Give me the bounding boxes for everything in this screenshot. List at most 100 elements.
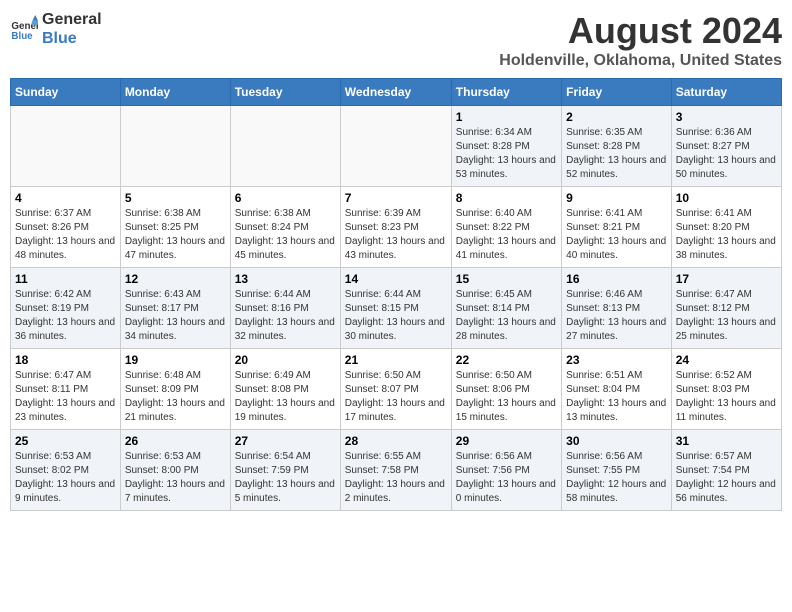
day-info: Sunrise: 6:39 AMSunset: 8:23 PMDaylight:…	[345, 207, 447, 263]
week-row-4: 18 Sunrise: 6:47 AMSunset: 8:11 PMDayligh…	[11, 349, 782, 430]
day-info: Sunrise: 6:47 AMSunset: 8:11 PMDaylight:…	[15, 369, 116, 425]
day-number: 14	[345, 272, 447, 286]
week-row-1: 1 Sunrise: 6:34 AMSunset: 8:28 PMDaylight…	[11, 106, 782, 187]
calendar-cell: 22 Sunrise: 6:50 AMSunset: 8:06 PMDayligh…	[451, 349, 561, 430]
day-number: 10	[676, 191, 777, 205]
day-info: Sunrise: 6:53 AMSunset: 8:02 PMDaylight:…	[15, 450, 116, 506]
calendar-cell: 30 Sunrise: 6:56 AMSunset: 7:55 PMDayligh…	[562, 430, 672, 511]
calendar-cell: 8Sunrise: 6:40 AMSunset: 8:22 PMDaylight…	[451, 187, 561, 268]
day-number: 3	[676, 110, 777, 124]
day-number: 25	[15, 434, 116, 448]
calendar-cell: 29Sunrise: 6:56 AMSunset: 7:56 PMDayligh…	[451, 430, 561, 511]
day-info: Sunrise: 6:56 AMSunset: 7:55 PMDaylight:…	[566, 450, 667, 506]
day-info: Sunrise: 6:38 AMSunset: 8:25 PMDaylight:…	[125, 207, 226, 263]
day-number: 29	[456, 434, 557, 448]
calendar-cell: 6Sunrise: 6:38 AMSunset: 8:24 PMDaylight…	[230, 187, 340, 268]
day-number: 24	[676, 353, 777, 367]
day-info: Sunrise: 6:46 AMSunset: 8:13 PMDaylight:…	[566, 288, 667, 344]
day-number: 4	[15, 191, 116, 205]
day-number: 27	[235, 434, 336, 448]
calendar-cell: 5 Sunrise: 6:38 AMSunset: 8:25 PMDaylight…	[120, 187, 230, 268]
logo-icon: General Blue	[10, 15, 38, 43]
calendar-cell: 18 Sunrise: 6:47 AMSunset: 8:11 PMDayligh…	[11, 349, 121, 430]
day-number: 13	[235, 272, 336, 286]
week-row-5: 25 Sunrise: 6:53 AMSunset: 8:02 PMDayligh…	[11, 430, 782, 511]
subtitle: Holdenville, Oklahoma, United States	[499, 52, 782, 70]
day-number: 18	[15, 353, 116, 367]
day-info: Sunrise: 6:36 AMSunset: 8:27 PMDaylight:…	[676, 126, 777, 182]
day-number: 31	[676, 434, 777, 448]
calendar-cell: 2Sunrise: 6:35 AMSunset: 8:28 PMDaylight…	[562, 106, 672, 187]
header-monday: Monday	[120, 79, 230, 106]
day-number: 12	[125, 272, 226, 286]
day-info: Sunrise: 6:51 AMSunset: 8:04 PMDaylight:…	[566, 369, 667, 425]
day-info: Sunrise: 6:34 AMSunset: 8:28 PMDaylight:…	[456, 126, 557, 182]
day-number: 7	[345, 191, 447, 205]
calendar-cell: 23 Sunrise: 6:51 AMSunset: 8:04 PMDayligh…	[562, 349, 672, 430]
calendar-cell: 14 Sunrise: 6:44 AMSunset: 8:15 PMDayligh…	[340, 268, 451, 349]
day-number: 5	[125, 191, 226, 205]
calendar-cell: 26Sunrise: 6:53 AMSunset: 8:00 PMDayligh…	[120, 430, 230, 511]
day-info: Sunrise: 6:54 AMSunset: 7:59 PMDaylight:…	[235, 450, 336, 506]
day-number: 9	[566, 191, 667, 205]
calendar-cell: 15 Sunrise: 6:45 AMSunset: 8:14 PMDayligh…	[451, 268, 561, 349]
day-number: 23	[566, 353, 667, 367]
calendar-cell: 1 Sunrise: 6:34 AMSunset: 8:28 PMDaylight…	[451, 106, 561, 187]
calendar-cell	[340, 106, 451, 187]
day-info: Sunrise: 6:43 AMSunset: 8:17 PMDaylight:…	[125, 288, 226, 344]
header-wednesday: Wednesday	[340, 79, 451, 106]
header-saturday: Saturday	[671, 79, 781, 106]
day-number: 16	[566, 272, 667, 286]
day-number: 26	[125, 434, 226, 448]
day-number: 28	[345, 434, 447, 448]
day-number: 2	[566, 110, 667, 124]
calendar-cell: 10Sunrise: 6:41 AMSunset: 8:20 PMDayligh…	[671, 187, 781, 268]
calendar-table: SundayMondayTuesdayWednesdayThursdayFrid…	[10, 78, 782, 511]
header-friday: Friday	[562, 79, 672, 106]
day-info: Sunrise: 6:50 AMSunset: 8:07 PMDaylight:…	[345, 369, 447, 425]
calendar-cell: 3 Sunrise: 6:36 AMSunset: 8:27 PMDaylight…	[671, 106, 781, 187]
day-info: Sunrise: 6:44 AMSunset: 8:15 PMDaylight:…	[345, 288, 447, 344]
day-info: Sunrise: 6:41 AMSunset: 8:21 PMDaylight:…	[566, 207, 667, 263]
calendar-cell: 12 Sunrise: 6:43 AMSunset: 8:17 PMDayligh…	[120, 268, 230, 349]
calendar-cell: 4Sunrise: 6:37 AMSunset: 8:26 PMDaylight…	[11, 187, 121, 268]
header-tuesday: Tuesday	[230, 79, 340, 106]
day-number: 15	[456, 272, 557, 286]
calendar-cell: 24Sunrise: 6:52 AMSunset: 8:03 PMDayligh…	[671, 349, 781, 430]
title-area: August 2024 Holdenville, Oklahoma, Unite…	[499, 10, 782, 70]
svg-text:Blue: Blue	[11, 31, 33, 42]
day-info: Sunrise: 6:44 AMSunset: 8:16 PMDaylight:…	[235, 288, 336, 344]
day-info: Sunrise: 6:42 AMSunset: 8:19 PMDaylight:…	[15, 288, 116, 344]
calendar-cell: 7 Sunrise: 6:39 AMSunset: 8:23 PMDaylight…	[340, 187, 451, 268]
calendar-cell: 27 Sunrise: 6:54 AMSunset: 7:59 PMDayligh…	[230, 430, 340, 511]
day-info: Sunrise: 6:50 AMSunset: 8:06 PMDaylight:…	[456, 369, 557, 425]
day-number: 22	[456, 353, 557, 367]
day-number: 20	[235, 353, 336, 367]
logo-line1: General	[42, 10, 102, 29]
day-number: 1	[456, 110, 557, 124]
calendar-cell: 13 Sunrise: 6:44 AMSunset: 8:16 PMDayligh…	[230, 268, 340, 349]
day-number: 21	[345, 353, 447, 367]
calendar-cell: 21 Sunrise: 6:50 AMSunset: 8:07 PMDayligh…	[340, 349, 451, 430]
calendar-cell: 19Sunrise: 6:48 AMSunset: 8:09 PMDayligh…	[120, 349, 230, 430]
calendar-cell	[230, 106, 340, 187]
day-number: 19	[125, 353, 226, 367]
calendar-cell: 16 Sunrise: 6:46 AMSunset: 8:13 PMDayligh…	[562, 268, 672, 349]
day-info: Sunrise: 6:45 AMSunset: 8:14 PMDaylight:…	[456, 288, 557, 344]
main-title: August 2024	[499, 10, 782, 52]
header-row: SundayMondayTuesdayWednesdayThursdayFrid…	[11, 79, 782, 106]
day-number: 8	[456, 191, 557, 205]
page-header: General Blue General Blue August 2024 Ho…	[10, 10, 782, 70]
calendar-cell: 28Sunrise: 6:55 AMSunset: 7:58 PMDayligh…	[340, 430, 451, 511]
calendar-cell: 9 Sunrise: 6:41 AMSunset: 8:21 PMDaylight…	[562, 187, 672, 268]
day-number: 11	[15, 272, 116, 286]
day-info: Sunrise: 6:38 AMSunset: 8:24 PMDaylight:…	[235, 207, 336, 263]
day-info: Sunrise: 6:47 AMSunset: 8:12 PMDaylight:…	[676, 288, 777, 344]
logo: General Blue General Blue	[10, 10, 102, 48]
day-info: Sunrise: 6:57 AMSunset: 7:54 PMDaylight:…	[676, 450, 777, 506]
day-number: 30	[566, 434, 667, 448]
day-info: Sunrise: 6:49 AMSunset: 8:08 PMDaylight:…	[235, 369, 336, 425]
calendar-cell	[11, 106, 121, 187]
calendar-cell: 11 Sunrise: 6:42 AMSunset: 8:19 PMDayligh…	[11, 268, 121, 349]
week-row-3: 11 Sunrise: 6:42 AMSunset: 8:19 PMDayligh…	[11, 268, 782, 349]
